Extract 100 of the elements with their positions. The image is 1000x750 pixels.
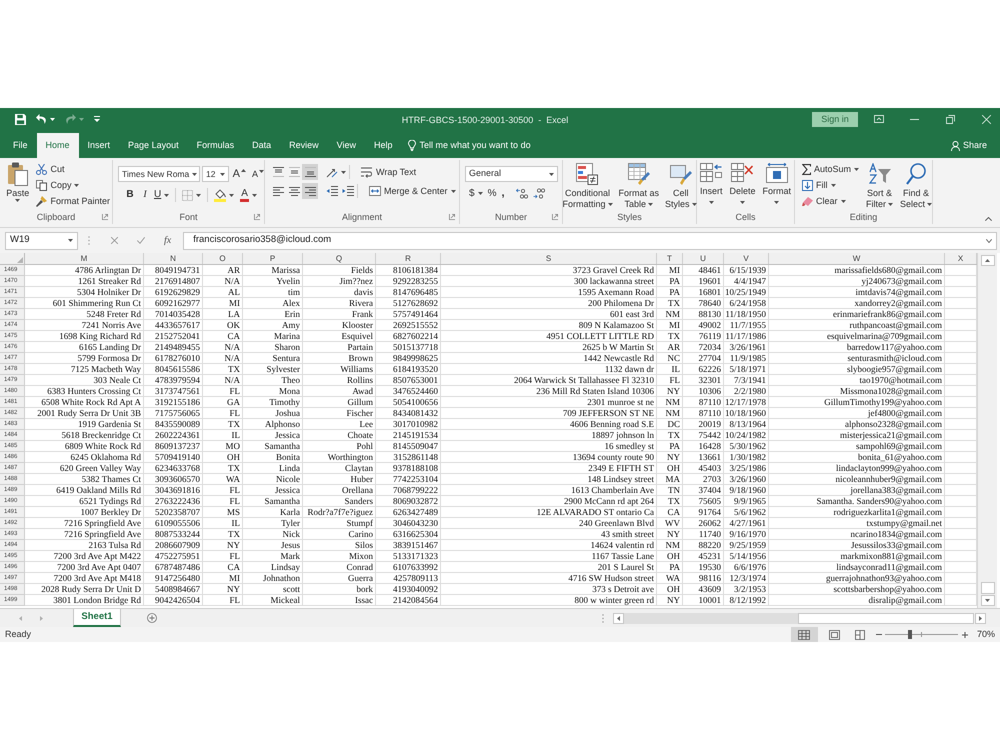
insert-function-button[interactable]: fx [164,236,172,246]
plus-circle-icon[interactable] [147,613,157,623]
font-size-field[interactable]: 12 [202,166,229,182]
formula-field[interactable]: franciscorosario358@icloud.com [183,232,997,250]
column-header[interactable]: P [243,253,303,264]
fill-color-button[interactable] [214,188,234,202]
borders-button[interactable] [182,190,202,200]
column-header[interactable]: N [144,253,203,264]
format-button[interactable]: Format [760,161,794,208]
column-header[interactable]: W [769,253,945,264]
close-icon[interactable] [982,114,991,124]
increase-indent-icon[interactable] [342,186,354,196]
comma-button[interactable]: , [501,188,505,199]
align-right-button[interactable] [302,183,318,199]
ribbon-tab[interactable]: File [4,133,37,158]
find-select-button[interactable]: Find & Select [898,161,934,210]
chevron-up-icon[interactable] [985,217,992,221]
bold-button[interactable]: B [124,190,136,200]
wrap-text-button[interactable]: Wrap Text [359,164,418,180]
ribbon-tab[interactable]: View [328,133,365,158]
name-box[interactable]: W19 [5,232,78,250]
sheet-tab[interactable]: Sheet1 [73,609,121,627]
dialog-launcher-icon[interactable] [449,214,455,220]
column-header[interactable]: M [25,253,144,264]
ribbon-tab[interactable]: Insert [78,133,120,158]
save-icon[interactable] [15,114,26,124]
zoom-slider[interactable] [884,630,958,639]
scroll-left-icon[interactable] [617,616,620,620]
page-layout-button[interactable] [826,627,843,642]
share-button[interactable]: Share [950,133,987,158]
scrollbar-thumb[interactable] [980,582,994,594]
plus-icon[interactable] [962,632,968,638]
table-cell: 9/9/1965 [724,496,769,507]
scroll-right-icon[interactable] [979,616,982,620]
ribbon-tab[interactable]: Page Layout [119,133,188,158]
vertical-scrollbar[interactable] [977,253,997,608]
insert-button[interactable]: Insert [698,161,724,208]
dropdown-icon[interactable] [94,116,100,122]
column-header[interactable]: U [683,253,724,264]
checkmark-icon[interactable] [137,237,145,244]
column-header[interactable]: V [724,253,769,264]
format-as-table-button[interactable]: Format as Table [616,161,662,210]
scroll-up-icon[interactable] [985,259,990,262]
number-format-field[interactable]: General [465,166,558,182]
cell-styles-button[interactable]: Cell Styles [663,161,699,210]
minimize-icon[interactable] [910,118,919,120]
decrease-font-size-button[interactable]: A [252,170,264,178]
copy-button[interactable]: Copy [34,177,112,193]
autosum-button[interactable]: AutoSum [800,161,862,177]
column-header[interactable]: Q [303,253,376,264]
table-cell: 6263427489 [376,507,441,518]
currency-button[interactable]: $ [469,188,483,198]
italic-button[interactable]: I [139,190,151,200]
undo-icon[interactable] [36,114,47,124]
normal-view-button[interactable] [790,627,818,642]
middle-align-button[interactable] [286,164,302,180]
decrease-indent-icon[interactable] [326,186,338,196]
top-align-button[interactable] [270,164,286,180]
decrease-decimal-icon[interactable] [532,188,545,199]
column-header[interactable]: O [203,253,243,264]
ribbon-tab[interactable]: Help [365,133,402,158]
ribbon-tab[interactable]: Home [36,133,79,158]
merge-center-button[interactable]: Merge & Center [367,183,458,199]
ribbon-tab[interactable]: Formulas [188,133,244,158]
clear-button[interactable]: Clear [800,193,862,209]
column-header[interactable]: T [657,253,683,264]
delete-button[interactable]: Delete [727,161,758,208]
paste-button[interactable]: Paste [4,160,32,209]
column-header[interactable]: R [376,253,441,264]
increase-font-size-button[interactable]: A [232,168,246,180]
box-arrow-icon[interactable] [874,115,884,123]
slider-thumb[interactable] [908,630,912,639]
bottom-align-button[interactable] [302,164,318,180]
underline-button[interactable]: U [154,190,170,200]
scroll-down-icon[interactable] [985,599,990,602]
chevron-down-icon[interactable] [986,238,992,242]
tell-me-field[interactable]: Tell me what you want to do [408,133,531,158]
zoom-level[interactable]: 70% [976,630,995,639]
dialog-launcher-icon[interactable] [254,214,260,220]
cross-icon[interactable] [111,237,118,244]
ribbon-tab[interactable]: Review [280,133,328,158]
format-painter-button[interactable]: Format Painter [34,193,112,209]
sort-filter-button[interactable]: Sort & Filter [864,161,896,210]
percent-button[interactable]: % [488,188,496,198]
sign-in-button[interactable]: Sign in [812,112,858,126]
scrollbar-thumb[interactable] [798,612,974,624]
font-color-button[interactable]: A [240,188,257,202]
table-cell: FL [203,551,243,562]
column-header[interactable]: S [441,253,657,264]
increase-decimal-icon[interactable] [516,188,528,199]
font-name-field[interactable]: Times New Roma [118,166,200,182]
restore-icon[interactable] [946,114,955,124]
minus-icon[interactable] [876,634,882,635]
dialog-launcher-icon[interactable] [102,214,108,220]
dialog-launcher-icon[interactable] [552,214,558,220]
cut-button[interactable]: Cut [34,161,112,177]
orientation-button[interactable] [326,166,346,178]
fill-button[interactable]: Fill [800,177,862,193]
conditional-formatting-button[interactable]: Conditional Formatting [560,161,614,210]
ribbon-tab[interactable]: Data [243,133,280,158]
